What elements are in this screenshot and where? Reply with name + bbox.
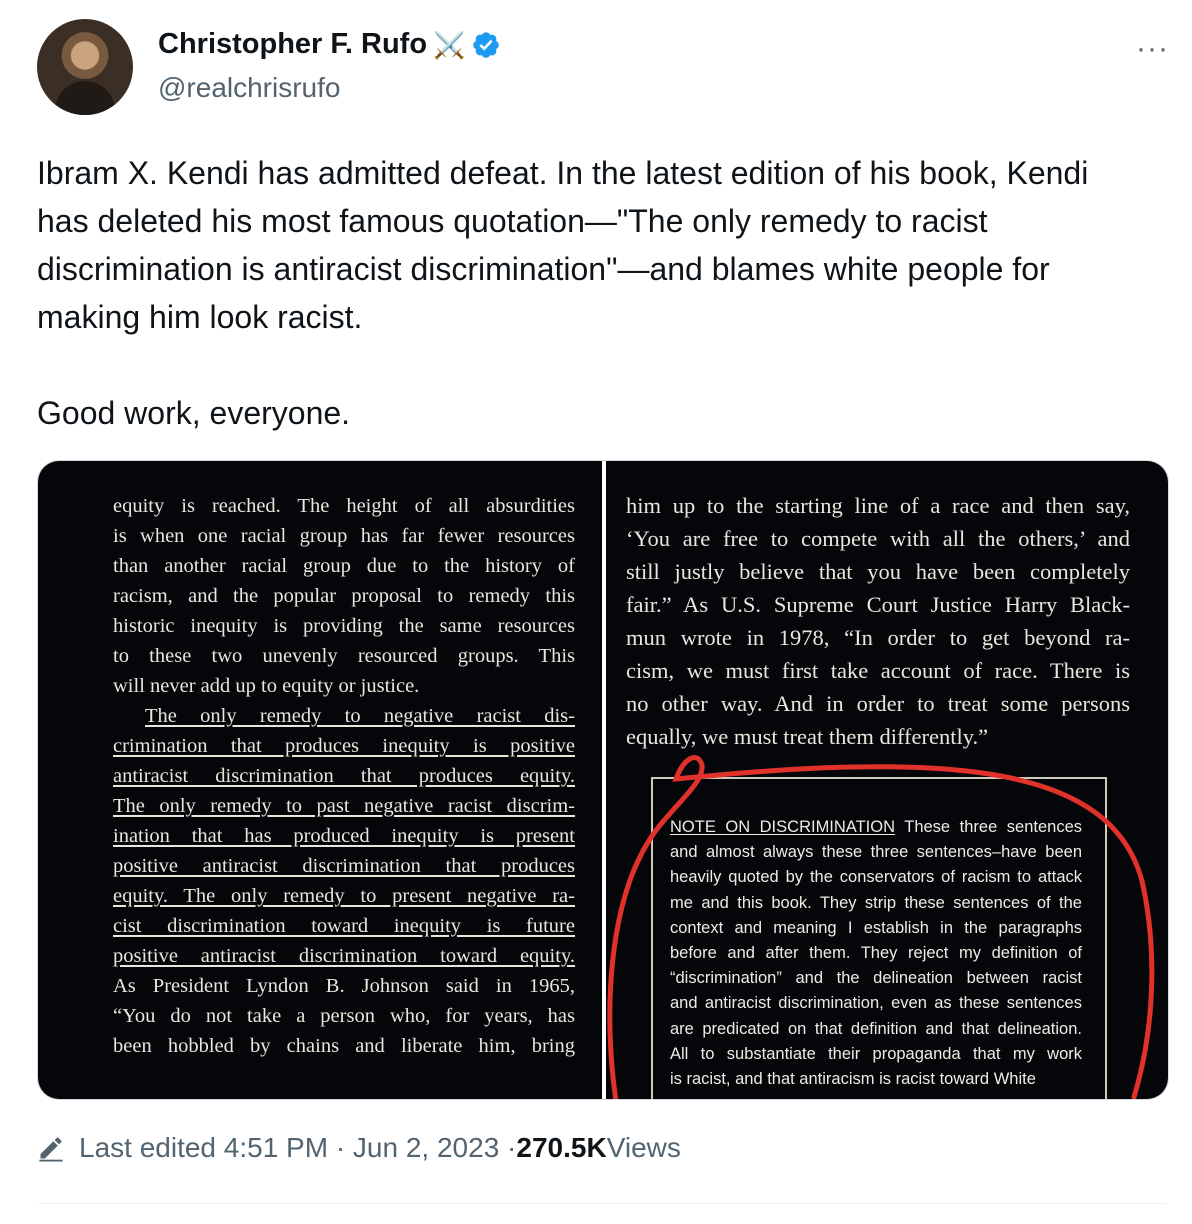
- avatar[interactable]: [37, 19, 133, 115]
- book-line-underlined: positive antiracist discrimination towar…: [113, 945, 575, 967]
- tweet-media[interactable]: equity is reached. The height of all abs…: [37, 460, 1169, 1100]
- book-line: will never add up to equity or justice.: [113, 675, 420, 697]
- pencil-icon: [39, 1137, 63, 1162]
- last-edited-timestamp[interactable]: Last edited 4:51 PM · Jun 2, 2023 ·: [79, 1132, 516, 1164]
- book-line: than another racial group due to the his…: [113, 555, 575, 577]
- divider: [37, 1203, 1167, 1204]
- book-text-left: equity is reached. The height of all abs…: [113, 491, 575, 1061]
- verified-badge-icon: [473, 31, 500, 58]
- book-line: to these two unevenly resourced groups. …: [113, 645, 575, 667]
- book-line-underlined: crimination that produces inequity is po…: [113, 735, 575, 757]
- book-line: is when one racial group has far fewer r…: [113, 525, 575, 547]
- tweet-footer: Last edited 4:51 PM · Jun 2, 2023 · 270.…: [37, 1132, 681, 1164]
- book-line: As President Lyndon B. Johnson said in 1…: [113, 975, 575, 997]
- crossed-swords-emoji: ⚔️: [433, 29, 466, 60]
- author-handle[interactable]: @realchrisrufo: [158, 72, 340, 104]
- book-line-underlined: The only remedy to past negative racist …: [113, 795, 575, 817]
- book-line-underlined: equity. The only remedy to present negat…: [113, 885, 575, 907]
- red-circle-annotation: [607, 755, 1155, 1099]
- book-line: historic inequity is providing the same …: [113, 615, 575, 637]
- book-line: “You do not take a person who, for years…: [113, 1005, 575, 1027]
- tweet-paragraph-2: Good work, everyone.: [37, 395, 351, 431]
- tweet-paragraph-1: Ibram X. Kendi has admitted defeat. In t…: [37, 155, 1098, 335]
- book-line-underlined: cist discrimination toward inequity is f…: [113, 915, 575, 937]
- book-line: been hobbled by chains and liberate him,…: [113, 1035, 575, 1057]
- more-options-icon[interactable]: ···: [1136, 32, 1169, 66]
- author-name-row[interactable]: Christopher F. Rufo ⚔️: [158, 28, 501, 61]
- book-page-left-image[interactable]: equity is reached. The height of all abs…: [38, 461, 602, 1099]
- book-line: racism, and the popular proposal to reme…: [113, 585, 575, 607]
- book-line: equity is reached. The height of all abs…: [113, 495, 575, 517]
- book-page-right-image[interactable]: him up to the starting line of a race an…: [606, 461, 1168, 1099]
- author-name[interactable]: Christopher F. Rufo: [158, 28, 427, 61]
- tweet-text: Ibram X. Kendi has admitted defeat. In t…: [37, 149, 1147, 437]
- views-label: Views: [606, 1132, 681, 1163]
- book-line-underlined: positive antiracist discrimination that …: [113, 855, 575, 877]
- book-line-underlined: ination that has produced inequity is pr…: [113, 825, 575, 847]
- views-count: 270.5K: [516, 1132, 607, 1163]
- book-line-underlined: The only remedy to negative racist dis-: [145, 705, 575, 727]
- book-line-underlined: antiracist discrimination that produces …: [113, 765, 575, 787]
